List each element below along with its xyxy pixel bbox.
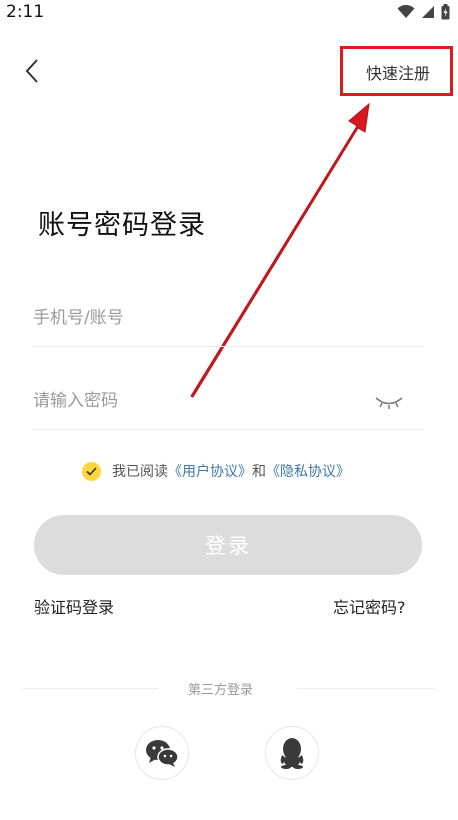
back-button[interactable] [18, 56, 48, 86]
wechat-login-button[interactable] [135, 726, 189, 780]
phone-field [33, 294, 423, 347]
chevron-left-icon [25, 59, 38, 83]
check-icon [86, 466, 97, 476]
user-agreement-link[interactable]: 《用户协议》 [168, 461, 252, 481]
login-button[interactable]: 登录 [34, 515, 422, 575]
page-title: 账号密码登录 [38, 210, 206, 241]
divider-left [22, 688, 158, 689]
password-visibility-toggle[interactable] [373, 391, 405, 413]
password-input[interactable] [33, 391, 353, 411]
third-party-label: 第三方登录 [188, 683, 254, 698]
qq-icon [280, 738, 304, 769]
agreement-prefix: 我已阅读 [112, 464, 168, 480]
agreement-row: 我已阅读 《用户协议》 和 《隐私协议》 [82, 461, 350, 481]
status-bar: 2:11 [0, 0, 458, 26]
wechat-icon [146, 740, 179, 767]
status-icons [397, 4, 450, 20]
annotation-highlight-box [340, 46, 453, 96]
password-field [33, 377, 423, 430]
signal-icon [422, 6, 434, 18]
status-time: 2:11 [6, 2, 45, 22]
battery-icon [441, 4, 450, 20]
qq-login-button[interactable] [265, 726, 319, 780]
eye-closed-icon [375, 397, 403, 409]
agreement-checkbox[interactable] [82, 461, 101, 481]
divider-right [297, 688, 435, 689]
agreement-conjunction: 和 [252, 464, 266, 480]
sms-login-link[interactable]: 验证码登录 [34, 594, 114, 618]
privacy-policy-link[interactable]: 《隐私协议》 [266, 461, 350, 481]
phone-input[interactable] [33, 308, 353, 328]
forgot-password-link[interactable]: 忘记密码? [333, 594, 406, 618]
wifi-icon [397, 5, 415, 18]
